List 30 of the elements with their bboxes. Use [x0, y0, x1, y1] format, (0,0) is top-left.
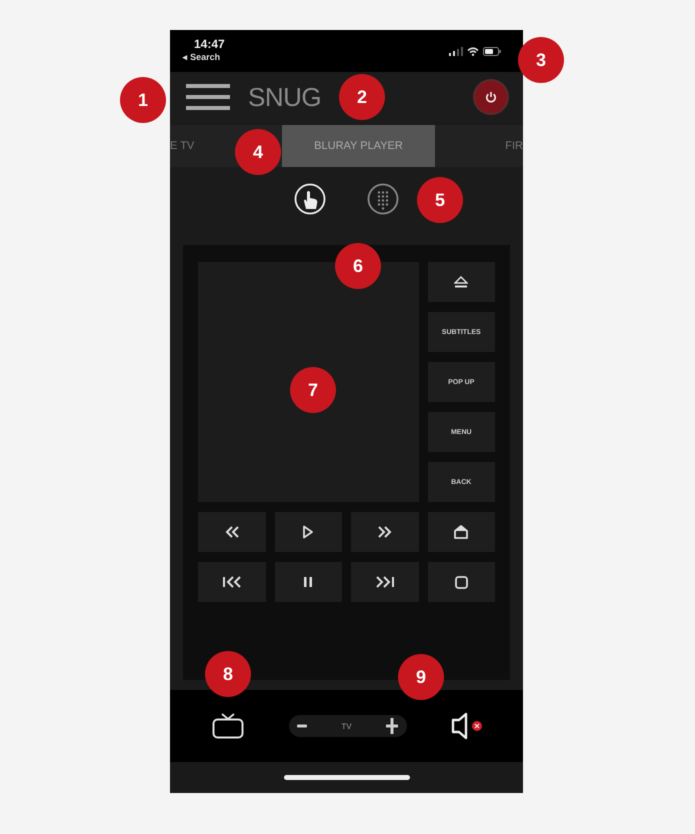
keypad-mode-icon[interactable] — [367, 183, 399, 215]
touch-mode-icon[interactable] — [294, 183, 326, 215]
battery-icon — [483, 47, 501, 56]
volume-label: TV — [341, 722, 352, 730]
device-tab[interactable]: E TV — [170, 125, 194, 167]
skip-back-icon[interactable] — [222, 576, 242, 588]
menu-icon[interactable] — [186, 82, 230, 112]
device-tab[interactable]: FIR — [435, 125, 523, 167]
pause-icon[interactable] — [303, 576, 314, 588]
rewind-icon[interactable] — [224, 526, 240, 538]
fast-forward-icon[interactable] — [376, 526, 393, 538]
volume-control[interactable]: TV — [288, 715, 406, 737]
room-title: SNUG — [248, 82, 322, 112]
minus-icon[interactable] — [296, 724, 306, 728]
skip-forward-icon[interactable] — [374, 576, 395, 588]
wifi-icon — [467, 47, 479, 56]
plus-icon[interactable] — [386, 718, 398, 734]
home-icon[interactable] — [454, 525, 468, 539]
tv-icon[interactable] — [212, 713, 244, 739]
eject-icon[interactable] — [454, 276, 468, 288]
clock-time: 14:47 — [193, 37, 225, 51]
signal-icon — [449, 47, 463, 56]
power-icon — [485, 91, 497, 103]
power-button[interactable] — [473, 79, 509, 115]
callout-marker: 1 — [120, 77, 166, 123]
mute-icon[interactable] — [451, 712, 483, 740]
callout-marker: 3 — [518, 37, 564, 83]
play-icon[interactable] — [302, 525, 314, 539]
stop-icon[interactable] — [454, 576, 468, 588]
back-link[interactable]: ◂ Search — [182, 51, 220, 63]
